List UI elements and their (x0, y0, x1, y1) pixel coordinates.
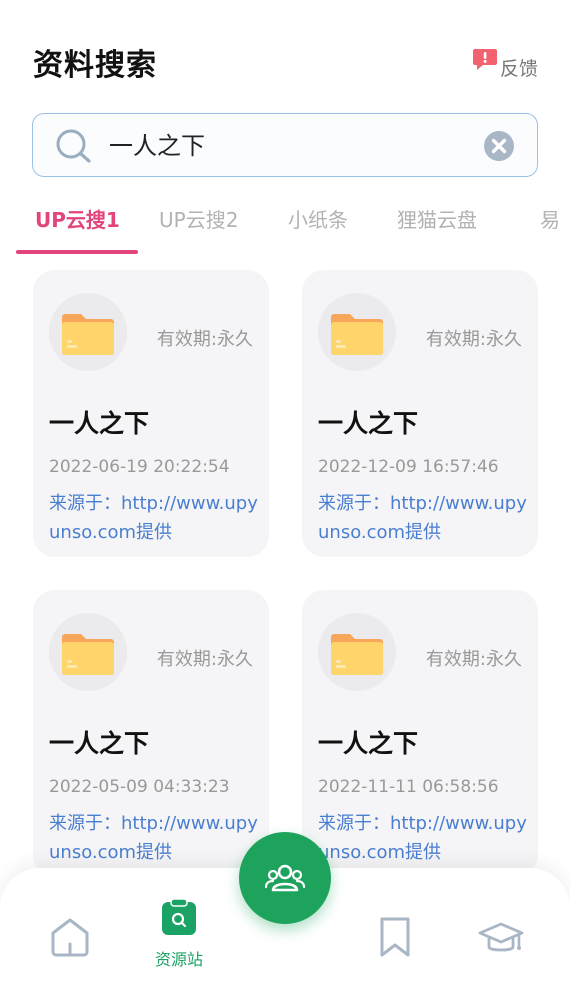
tab-up-cloud-1[interactable]: UP云搜1 (35, 204, 120, 233)
folder-icon (61, 630, 115, 676)
result-title: 一人之下 (318, 409, 419, 438)
community-icon (264, 858, 306, 898)
feedback-alert-icon (472, 48, 498, 72)
result-source: 来源于：http://www.upyunso.com提供 (318, 813, 527, 863)
validity-label: 有效期:永久 (156, 329, 253, 350)
result-card[interactable]: 有效期:永久 一人之下 2022-05-09 04:33:23 来源于：http… (33, 590, 269, 877)
result-source: 来源于：http://www.upyunso.com提供 (49, 493, 258, 543)
header: 资料搜索 反馈 (0, 0, 570, 110)
page-title: 资料搜索 (33, 48, 157, 83)
source-tabs: UP云搜1 UP云搜2 小纸条 狸猫云盘 易 (0, 190, 570, 256)
result-card[interactable]: 有效期:永久 一人之下 2022-11-11 06:58:56 来源于：http… (302, 590, 538, 877)
clipboard-search-icon (161, 898, 197, 936)
nav-resource-label: 资源站 (154, 950, 203, 969)
result-date: 2022-05-09 04:33:23 (49, 777, 230, 797)
folder-icon (330, 310, 384, 356)
result-date: 2022-06-19 20:22:54 (49, 457, 230, 477)
clear-icon[interactable] (483, 130, 515, 162)
result-title: 一人之下 (49, 409, 150, 438)
feedback-label: 反馈 (500, 58, 539, 80)
feedback-button[interactable]: 反馈 (472, 48, 538, 81)
tab-up-cloud-2[interactable]: UP云搜2 (159, 204, 238, 233)
bookmark-icon[interactable] (378, 916, 412, 958)
folder-badge (49, 613, 127, 691)
tab-limao-pan[interactable]: 狸猫云盘 (397, 204, 477, 233)
active-tab-indicator (16, 250, 138, 254)
validity-label: 有效期:永久 (156, 649, 253, 670)
result-source: 来源于：http://www.upyunso.com提供 (49, 813, 258, 863)
result-card[interactable]: 有效期:永久 一人之下 2022-06-19 20:22:54 来源于：http… (33, 270, 269, 557)
validity-label: 有效期:永久 (425, 649, 522, 670)
folder-icon (330, 630, 384, 676)
result-date: 2022-11-11 06:58:56 (318, 777, 499, 797)
community-fab[interactable] (239, 832, 331, 924)
folder-badge (318, 293, 396, 371)
search-input[interactable] (109, 129, 489, 157)
tab-yi[interactable]: 易 (540, 204, 560, 233)
result-title: 一人之下 (49, 729, 150, 758)
search-bar[interactable] (32, 113, 538, 177)
result-source: 来源于：http://www.upyunso.com提供 (318, 493, 527, 543)
tab-note[interactable]: 小纸条 (288, 204, 348, 233)
folder-badge (49, 293, 127, 371)
folder-badge (318, 613, 396, 691)
result-date: 2022-12-09 16:57:46 (318, 457, 499, 477)
graduation-cap-icon[interactable] (478, 920, 524, 958)
search-icon (55, 128, 93, 164)
folder-icon (61, 310, 115, 356)
validity-label: 有效期:永久 (425, 329, 522, 350)
nav-resource-station[interactable]: 资源站 (150, 898, 208, 969)
result-title: 一人之下 (318, 729, 419, 758)
home-icon[interactable] (48, 916, 92, 958)
result-card[interactable]: 有效期:永久 一人之下 2022-12-09 16:57:46 来源于：http… (302, 270, 538, 557)
